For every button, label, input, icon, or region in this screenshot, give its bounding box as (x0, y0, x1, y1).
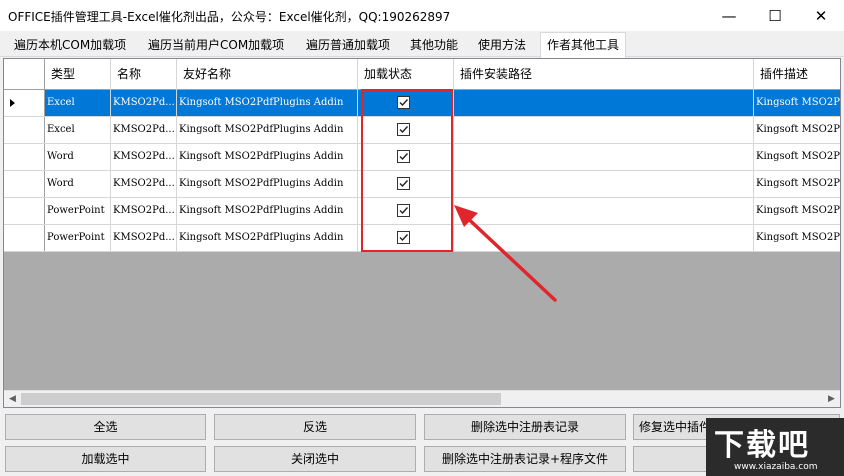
cell-status[interactable] (358, 90, 454, 116)
cell-friendly[interactable]: Kingsoft MSO2PdfPlugins Addin (177, 144, 358, 170)
row-header[interactable] (4, 171, 45, 197)
cell-friendly[interactable]: Kingsoft MSO2PdfPlugins Addin (177, 117, 358, 143)
check-icon (399, 126, 409, 134)
watermark-logo: 下载吧 www.xiazaiba.com (706, 418, 844, 476)
cell-type[interactable]: Excel (45, 90, 111, 116)
tab-machine-com[interactable]: 遍历本机COM加载项 (8, 34, 132, 57)
scroll-right-icon[interactable]: ▶ (823, 391, 840, 407)
row-header[interactable] (4, 117, 45, 143)
cell-name[interactable]: KMSO2Pd... (111, 90, 177, 116)
watermark-url: www.xiazaiba.com (734, 462, 818, 472)
cell-path[interactable] (454, 90, 754, 116)
cell-status[interactable] (358, 198, 454, 224)
delete-registry-files-button[interactable]: 删除选中注册表记录+程序文件 (424, 446, 626, 472)
cell-type[interactable]: Excel (45, 117, 111, 143)
check-icon (399, 234, 409, 242)
check-icon (399, 207, 409, 215)
col-header-type[interactable]: 类型 (45, 59, 111, 90)
cell-desc[interactable]: Kingsoft MSO2P (754, 171, 840, 197)
table-row[interactable]: PowerPoint KMSO2Pd... Kingsoft MSO2PdfPl… (4, 198, 840, 225)
table-row[interactable]: Word KMSO2Pd... Kingsoft MSO2PdfPlugins … (4, 144, 840, 171)
delete-registry-button[interactable]: 删除选中注册表记录 (424, 414, 626, 440)
window-title: OFFICE插件管理工具-Excel催化剂出品，公众号：Excel催化剂，QQ:… (8, 10, 451, 24)
watermark-text: 下载吧 (714, 428, 810, 463)
loaded-checkbox[interactable] (397, 177, 410, 190)
table-row[interactable]: Word KMSO2Pd... Kingsoft MSO2PdfPlugins … (4, 171, 840, 198)
cell-name[interactable]: KMSO2Pd... (111, 198, 177, 224)
row-header[interactable] (4, 144, 45, 170)
horizontal-scrollbar[interactable]: ◀ ▶ (4, 390, 840, 407)
table-row[interactable]: PowerPoint KMSO2Pd... Kingsoft MSO2PdfPl… (4, 225, 840, 252)
col-header-status[interactable]: 加载状态 (358, 59, 454, 90)
check-icon (399, 153, 409, 161)
cell-type[interactable]: PowerPoint (45, 198, 111, 224)
cell-path[interactable] (454, 225, 754, 251)
tab-author-tools[interactable]: 作者其他工具 (540, 32, 627, 58)
grid-header: 类型 名称 友好名称 加载状态 插件安装路径 插件描述 (4, 59, 840, 90)
cell-status[interactable] (358, 117, 454, 143)
cell-path[interactable] (454, 171, 754, 197)
cell-type[interactable]: Word (45, 171, 111, 197)
cell-desc[interactable]: Kingsoft MSO2P (754, 90, 840, 116)
close-button[interactable]: ✕ (798, 0, 844, 31)
app-window: OFFICE插件管理工具-Excel催化剂出品，公众号：Excel催化剂，QQ:… (0, 0, 844, 476)
minimize-button[interactable]: — (706, 0, 752, 31)
col-header-name[interactable]: 名称 (111, 59, 177, 90)
cell-name[interactable]: KMSO2Pd... (111, 117, 177, 143)
tab-usage[interactable]: 使用方法 (472, 34, 532, 57)
row-header[interactable] (4, 90, 45, 116)
table-row[interactable]: Excel KMSO2Pd... Kingsoft MSO2PdfPlugins… (4, 117, 840, 144)
header-corner (4, 59, 45, 90)
cell-type[interactable]: Word (45, 144, 111, 170)
check-icon (399, 99, 409, 107)
cell-friendly[interactable]: Kingsoft MSO2PdfPlugins Addin (177, 198, 358, 224)
tab-bar: 遍历本机COM加载项 遍历当前用户COM加载项 遍历普通加载项 其他功能 使用方… (0, 31, 844, 58)
select-all-button[interactable]: 全选 (5, 414, 206, 440)
col-header-path[interactable]: 插件安装路径 (454, 59, 754, 90)
scroll-left-icon[interactable]: ◀ (4, 391, 21, 407)
cell-name[interactable]: KMSO2Pd... (111, 171, 177, 197)
scroll-thumb[interactable] (21, 393, 501, 405)
cell-friendly[interactable]: Kingsoft MSO2PdfPlugins Addin (177, 171, 358, 197)
cell-desc[interactable]: Kingsoft MSO2P (754, 225, 840, 251)
title-bar: OFFICE插件管理工具-Excel催化剂出品，公众号：Excel催化剂，QQ:… (0, 0, 844, 31)
loaded-checkbox[interactable] (397, 96, 410, 109)
loaded-checkbox[interactable] (397, 123, 410, 136)
tab-other-features[interactable]: 其他功能 (404, 34, 464, 57)
loaded-checkbox[interactable] (397, 204, 410, 217)
cell-friendly[interactable]: Kingsoft MSO2PdfPlugins Addin (177, 225, 358, 251)
cell-desc[interactable]: Kingsoft MSO2P (754, 198, 840, 224)
check-icon (399, 180, 409, 188)
col-header-desc[interactable]: 插件描述 (754, 59, 840, 90)
tab-normal-addins[interactable]: 遍历普通加载项 (300, 34, 396, 57)
cell-path[interactable] (454, 117, 754, 143)
cell-desc[interactable]: Kingsoft MSO2P (754, 117, 840, 143)
cell-friendly[interactable]: Kingsoft MSO2PdfPlugins Addin (177, 90, 358, 116)
cell-status[interactable] (358, 144, 454, 170)
row-header[interactable] (4, 198, 45, 224)
cell-type[interactable]: PowerPoint (45, 225, 111, 251)
current-row-arrow-icon (10, 99, 15, 107)
row-header[interactable] (4, 225, 45, 251)
maximize-button[interactable]: ☐ (752, 0, 798, 31)
table-row[interactable]: Excel KMSO2Pd... Kingsoft MSO2PdfPlugins… (4, 90, 840, 117)
cell-status[interactable] (358, 171, 454, 197)
addin-grid[interactable]: 类型 名称 友好名称 加载状态 插件安装路径 插件描述 Excel KMSO2P… (3, 58, 841, 408)
cell-name[interactable]: KMSO2Pd... (111, 225, 177, 251)
tab-user-com[interactable]: 遍历当前用户COM加载项 (142, 34, 290, 57)
cell-desc[interactable]: Kingsoft MSO2P (754, 144, 840, 170)
cell-path[interactable] (454, 198, 754, 224)
cell-status[interactable] (358, 225, 454, 251)
loaded-checkbox[interactable] (397, 231, 410, 244)
col-header-friendly[interactable]: 友好名称 (177, 59, 358, 90)
invert-selection-button[interactable]: 反选 (214, 414, 416, 440)
loaded-checkbox[interactable] (397, 150, 410, 163)
cell-path[interactable] (454, 144, 754, 170)
close-selected-button[interactable]: 关闭选中 (214, 446, 416, 472)
load-selected-button[interactable]: 加载选中 (5, 446, 206, 472)
cell-name[interactable]: KMSO2Pd... (111, 144, 177, 170)
